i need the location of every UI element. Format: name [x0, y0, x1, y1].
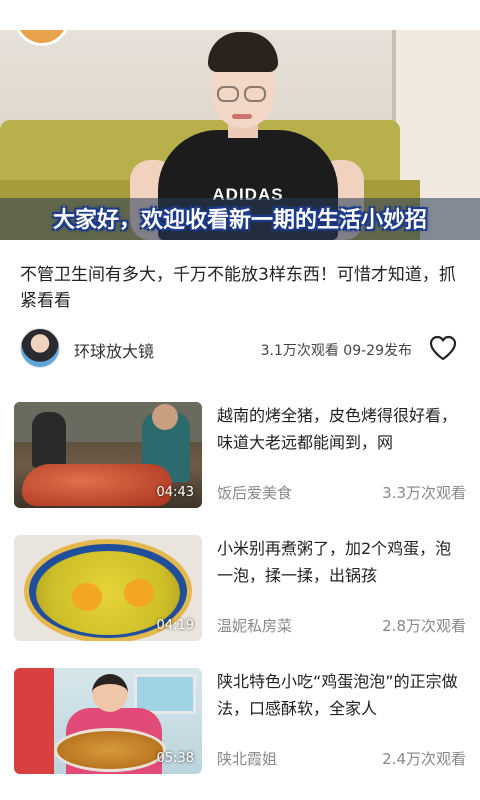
view-count-and-date: 3.1万次观看 09-29发布: [260, 343, 412, 359]
item-views: 2.8万次观看: [382, 617, 466, 635]
heart-outline-icon[interactable]: [428, 334, 458, 362]
item-title[interactable]: 越南的烤全猪，皮色烤得很好看，味道大老远都能闻到，网: [217, 402, 464, 456]
item-author: 饭后爱美食: [217, 484, 293, 502]
item-title[interactable]: 陕北特色小吃“鸡蛋泡泡”的正宗做法，口感酥软，全家人: [217, 668, 464, 722]
thumbnail-image: [54, 728, 166, 772]
item-author: 陕北霞姐: [217, 750, 278, 768]
list-item[interactable]: 04:43 越南的烤全猪，皮色烤得很好看，味道大老远都能闻到，网 饭后爱美食 3…: [14, 402, 466, 510]
author-name[interactable]: 环球放大镜: [74, 338, 154, 362]
video-duration: 05:38: [156, 751, 194, 766]
thumbnail-image: [14, 668, 54, 774]
thumbnail-image: [22, 464, 172, 506]
item-author: 温妮私房菜: [217, 617, 293, 635]
item-views: 2.4万次观看: [382, 750, 466, 768]
video-frame-mouth: [232, 114, 252, 119]
list-item[interactable]: 04:19 小米别再煮粥了，加2个鸡蛋，泡一泡，揉一揉，出锅孩 温妮私房菜 2.…: [14, 535, 466, 643]
thumbnail-image: [92, 674, 128, 712]
item-title[interactable]: 小米别再煮粥了，加2个鸡蛋，泡一泡，揉一揉，出锅孩: [217, 535, 464, 589]
author-row: 环球放大镜 3.1万次观看 09-29发布: [20, 328, 464, 370]
video-player[interactable]: ADIDAS 大家好，欢迎收看新一期的生活小妙招: [0, 30, 480, 240]
list-item[interactable]: 05:38 陕北特色小吃“鸡蛋泡泡”的正宗做法，口感酥软，全家人 陕北霞姐 2.…: [14, 668, 466, 776]
item-views: 3.3万次观看: [382, 484, 466, 502]
author-avatar[interactable]: [20, 328, 60, 368]
video-thumbnail[interactable]: 04:19: [14, 535, 202, 641]
thumbnail-image: [152, 404, 178, 430]
video-thumbnail[interactable]: 05:38: [14, 668, 202, 774]
video-thumbnail[interactable]: 04:43: [14, 402, 202, 508]
video-duration: 04:19: [156, 618, 194, 633]
thumbnail-image: [72, 583, 102, 611]
glasses-icon: [217, 86, 239, 102]
video-subtitle: 大家好，欢迎收看新一期的生活小妙招: [52, 208, 427, 233]
video-title: 不管卫生间有多大，千万不能放3样东西！可惜才知道，抓紧看看: [20, 265, 456, 311]
thumbnail-image: [124, 579, 154, 607]
video-duration: 04:43: [156, 485, 194, 500]
glasses-icon: [244, 86, 266, 102]
thumbnail-image: [32, 412, 66, 468]
